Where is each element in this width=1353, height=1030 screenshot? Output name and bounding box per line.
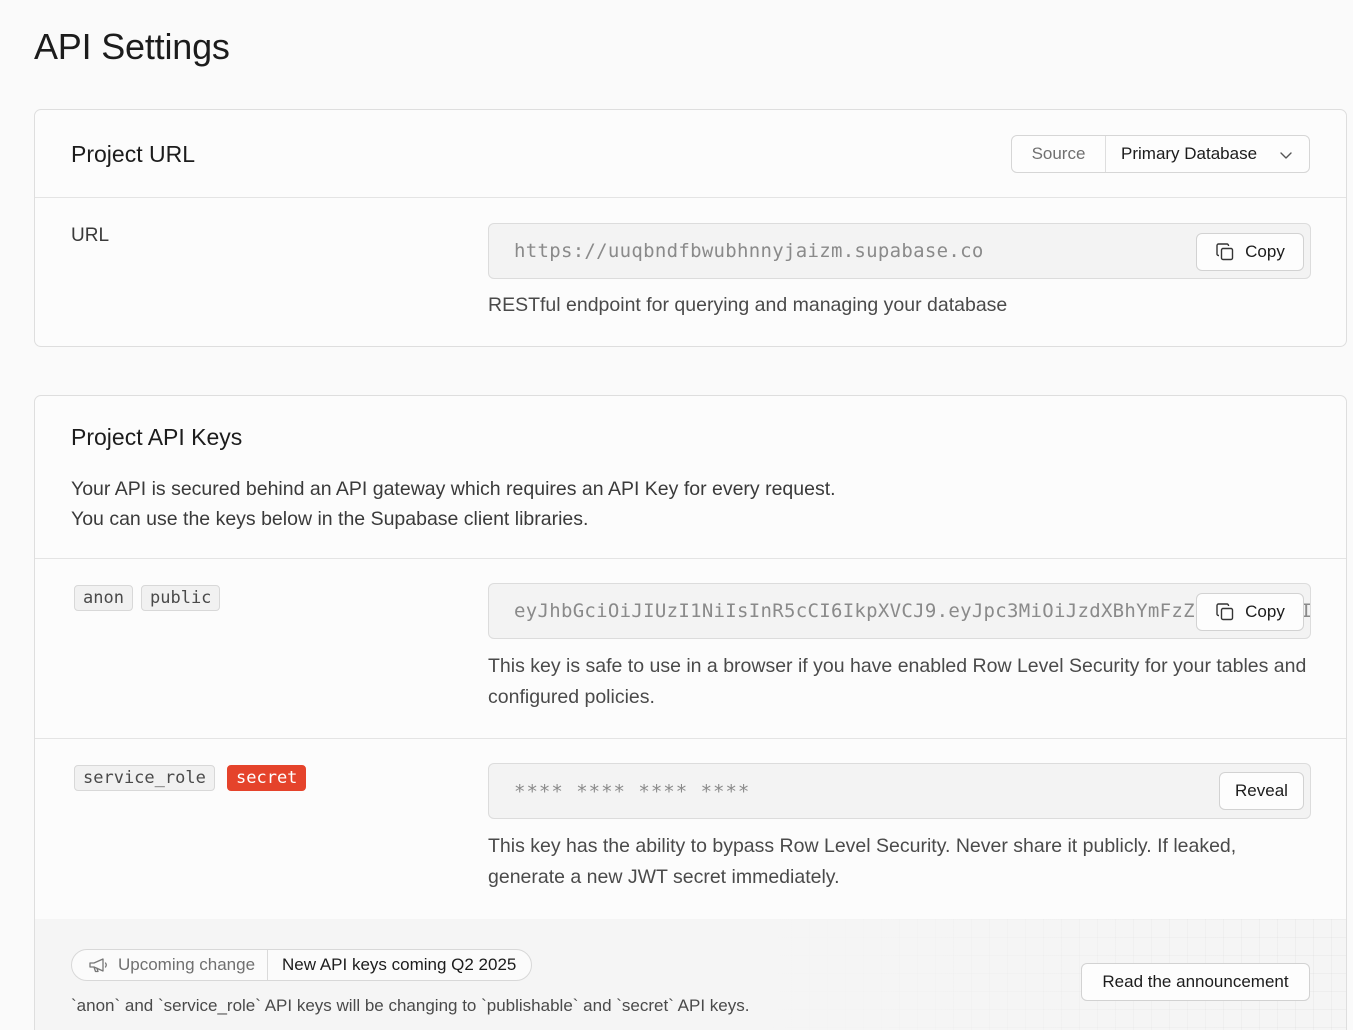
anon-key-field[interactable]: eyJhbGciOiJIUzI1NiIsInR5cCI6IkpXVCJ9.eyJ… — [488, 583, 1311, 639]
upcoming-change-text: `anon` and `service_role` API keys will … — [71, 996, 750, 1015]
api-keys-title: Project API Keys — [71, 424, 243, 450]
api-keys-card: Project API Keys Your API is secured beh… — [34, 395, 1347, 1030]
upcoming-change-label-wrap: Upcoming change — [72, 950, 269, 980]
upcoming-change-label: Upcoming change — [118, 955, 256, 974]
megaphone-icon — [89, 958, 107, 973]
service-role-help: This key has the ability to bypass Row L… — [488, 835, 1237, 888]
anon-key-value[interactable]: eyJhbGciOiJIUzI1NiIsInR5cCI6IkpXVCJ9.eyJ… — [514, 600, 1310, 622]
service-role-key-value: **** **** **** **** — [514, 781, 751, 803]
url-field[interactable]: https://uuqbndfbwubhnnyjaizm.supabase.co… — [488, 223, 1311, 279]
project-url-card: Project URL Source Primary Database URL … — [34, 109, 1347, 347]
copy-anon-key-button[interactable]: Copy — [1196, 593, 1304, 631]
project-url-title: Project URL — [71, 141, 195, 167]
copy-url-label: Copy — [1245, 242, 1285, 261]
source-select[interactable]: Source Primary Database — [1011, 135, 1310, 173]
source-label: Source — [1012, 136, 1106, 172]
upcoming-change-badge: Upcoming change New API keys coming Q2 2… — [71, 949, 533, 981]
upcoming-change-value: New API keys coming Q2 2025 — [282, 955, 517, 974]
read-announcement-button[interactable]: Read the announcement — [1081, 963, 1310, 1001]
copy-url-button[interactable]: Copy — [1196, 233, 1304, 271]
service-role-tag: service_role — [74, 765, 215, 791]
url-help: RESTful endpoint for querying and managi… — [488, 294, 1008, 316]
anon-tag: anon — [74, 585, 133, 611]
anon-key-help: This key is safe to use in a browser if … — [488, 655, 1307, 708]
api-keys-intro: Your API is secured behind an API gatewa… — [71, 474, 836, 534]
url-label: URL — [71, 225, 110, 246]
url-value[interactable]: https://uuqbndfbwubhnnyjaizm.supabase.co — [514, 240, 1200, 262]
api-keys-intro-line1: Your API is secured behind an API gatewa… — [71, 478, 836, 500]
copy-icon — [1216, 243, 1234, 261]
divider — [35, 738, 1346, 739]
copy-icon — [1216, 603, 1234, 621]
api-keys-intro-line2: You can use the keys below in the Supaba… — [71, 508, 589, 530]
upcoming-change-notice: Upcoming change New API keys coming Q2 2… — [35, 919, 1346, 1030]
copy-anon-key-label: Copy — [1245, 602, 1285, 621]
public-tag: public — [141, 585, 221, 611]
secret-tag: secret — [227, 765, 307, 791]
divider — [35, 558, 1346, 559]
project-url-header: Project URL Source Primary Database — [35, 110, 1346, 198]
page-title: API Settings — [34, 26, 230, 67]
reveal-button[interactable]: Reveal — [1219, 772, 1304, 810]
service-role-key-field[interactable]: **** **** **** **** Reveal — [488, 763, 1311, 819]
chevron-down-icon[interactable] — [1279, 148, 1293, 162]
